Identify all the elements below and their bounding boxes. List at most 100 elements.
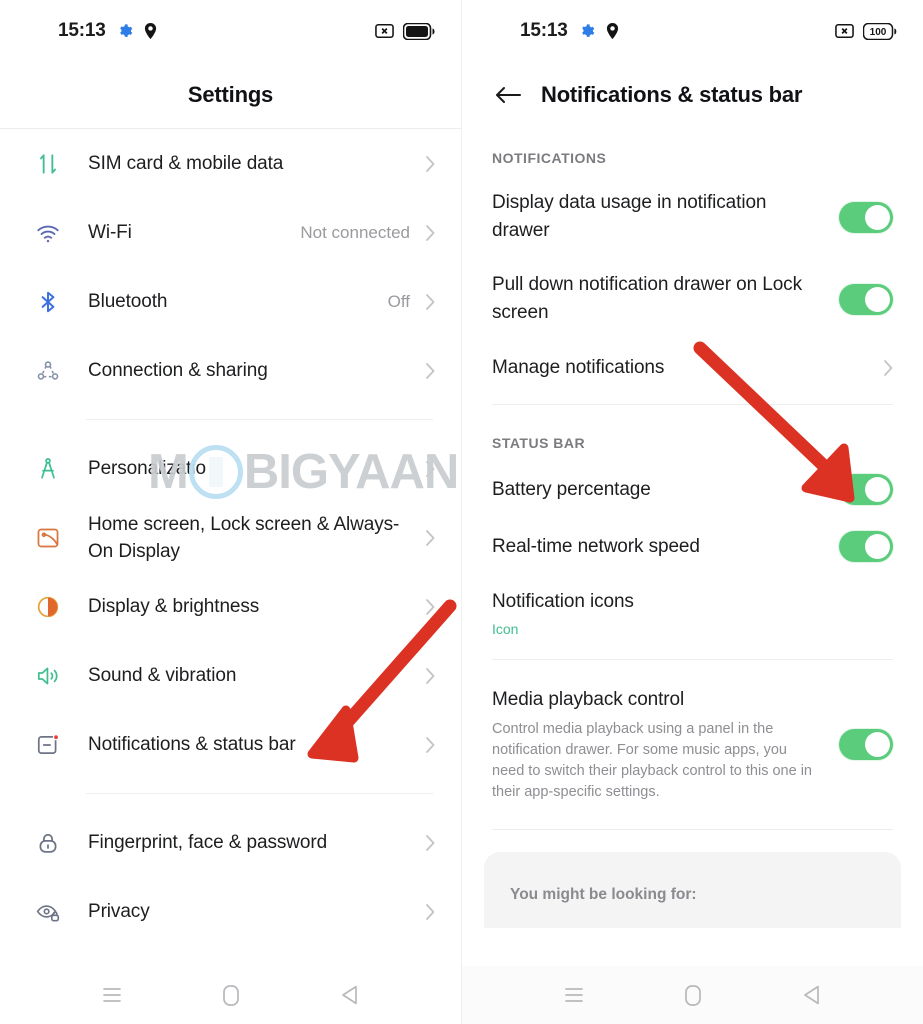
settings-row-label: Home screen, Lock screen & Always-On Dis… [88,513,400,562]
toggle-pull-down-drawer[interactable] [839,283,893,315]
settings-row-value: Not connected [300,222,410,242]
wifi-icon [28,220,68,246]
settings-row-home-screen[interactable]: Home screen, Lock screen & Always-On Dis… [0,503,461,572]
settings-row-sound-vibration[interactable]: Sound & vibration [0,641,461,710]
setting-row-media-playback[interactable]: Media playback control Control media pla… [462,668,923,821]
setting-row-title: Battery percentage [492,478,651,500]
section-label-status-bar: STATUS BAR [492,435,586,451]
setting-row-texts: Pull down notification drawer on Lock sc… [492,271,839,327]
location-pin-icon [606,23,619,39]
looking-for-title: You might be looking for: [510,886,697,903]
right-page-header: Notifications & status bar [462,62,923,128]
left-phone-screen: 15:13 Settings SIM card & mobile data Wi… [0,0,461,1024]
status-bar-right-cluster: 100 [835,22,897,40]
location-pin-icon [144,23,157,39]
settings-row-label: Display & brightness [88,596,260,617]
chevron-right-icon [426,736,435,753]
section-label-notifications: NOTIFICATIONS [492,150,607,166]
setting-row-texts: Display data usage in notification drawe… [492,189,839,245]
setting-row-notification-icons[interactable]: Notification icons Icon [462,575,923,651]
battery-full-icon [403,22,435,40]
toggle-network-speed[interactable] [839,531,893,562]
chevron-right-icon [426,460,435,477]
chevron-right-icon [426,903,435,920]
settings-row-label: Notifications & status bar [88,734,296,755]
settings-row-privacy[interactable]: Privacy [0,877,461,946]
home-icon[interactable] [670,975,716,1015]
setting-row-display-data-usage[interactable]: Display data usage in notification drawe… [462,176,923,258]
chevron-right-icon [426,529,435,546]
right-status-bar: 15:13 100 [462,0,923,62]
display-brightness-icon [28,594,68,620]
setting-row-title: Pull down notification drawer on Lock sc… [492,274,802,323]
setting-row-pull-down-drawer[interactable]: Pull down notification drawer on Lock sc… [462,258,923,340]
arrow-left-icon[interactable] [491,78,525,112]
back-icon[interactable] [789,975,835,1015]
home-screen-icon [28,525,68,551]
status-bar-right-cluster [375,22,435,40]
status-bar-clock: 15:13 [58,20,106,41]
chevron-right-icon [426,224,435,241]
setting-row-texts: Real-time network speed [492,533,839,561]
settings-row-personalizations[interactable]: Personalizations [0,434,461,503]
settings-row-notifications-status-bar[interactable]: Notifications & status bar [0,710,461,779]
left-page-header: Settings [0,62,461,128]
settings-row-display-brightness[interactable]: Display & brightness [0,572,461,641]
toggle-knob [865,534,890,559]
chevron-right-icon [426,834,435,851]
setting-row-manage-notifications[interactable]: Manage notifications [462,340,923,396]
section-divider [492,404,893,405]
page-title: Notifications & status bar [541,82,803,107]
settings-row-wifi[interactable]: Wi-Fi Not connected [0,198,461,267]
fingerprint-lock-icon [28,830,68,856]
personalizations-icon [28,456,68,482]
recents-icon[interactable] [89,975,135,1015]
settings-row-label: Fingerprint, face & password [88,832,328,853]
gear-icon [579,23,595,39]
setting-row-subtitle: Icon [492,621,519,637]
toggle-display-data-usage[interactable] [839,201,893,233]
settings-row-sim[interactable]: SIM card & mobile data [0,129,461,198]
settings-row-label: Privacy [88,901,150,922]
recents-icon[interactable] [551,975,597,1015]
settings-row-label: Personalizations [88,458,226,479]
status-bar-left-cluster: 15:13 [520,20,619,42]
settings-row-label: Sound & vibration [88,665,237,686]
page-title: Settings [187,82,274,107]
cast-box-icon [835,24,854,38]
sound-vibration-icon [28,663,68,689]
chevron-right-icon [426,598,435,615]
chevron-right-icon [426,155,435,172]
toggle-battery-percentage[interactable] [839,474,893,505]
back-icon[interactable] [327,975,373,1015]
status-bar-clock: 15:13 [520,20,568,41]
settings-row-value: Off [387,291,410,311]
settings-row-label: SIM card & mobile data [88,153,284,174]
setting-row-title: Media playback control [492,689,685,710]
section-divider [492,659,893,660]
settings-row-fingerprint[interactable]: Fingerprint, face & password [0,808,461,877]
toggle-media-playback[interactable] [839,729,893,760]
group-divider [86,793,433,794]
settings-row-label: Connection & sharing [88,360,268,381]
home-icon[interactable] [208,975,254,1015]
chevron-right-icon [426,667,435,684]
gear-icon [117,23,133,39]
setting-row-title: Manage notifications [492,357,665,378]
setting-row-description: Control media playback using a panel in … [492,721,812,800]
chevron-right-icon [884,360,893,376]
section-divider [492,829,893,830]
right-phone-screen: 15:13 100 Notifications & status bar NOT… [461,0,923,1024]
setting-row-network-speed[interactable]: Real-time network speed [462,518,923,575]
left-navigation-bar [0,966,461,1024]
cast-box-icon [375,24,394,38]
settings-row-connection-sharing[interactable]: Connection & sharing [0,336,461,405]
notifications-status-bar-icon [28,732,68,758]
dual-screenshot-composite: 15:13 Settings SIM card & mobile data Wi… [0,0,923,1024]
group-divider [86,419,433,420]
toggle-knob [865,477,890,502]
sim-data-icon [28,151,68,177]
settings-row-bluetooth[interactable]: Bluetooth Off [0,267,461,336]
setting-row-battery-percentage[interactable]: Battery percentage [462,461,923,518]
toggle-knob [865,204,890,230]
